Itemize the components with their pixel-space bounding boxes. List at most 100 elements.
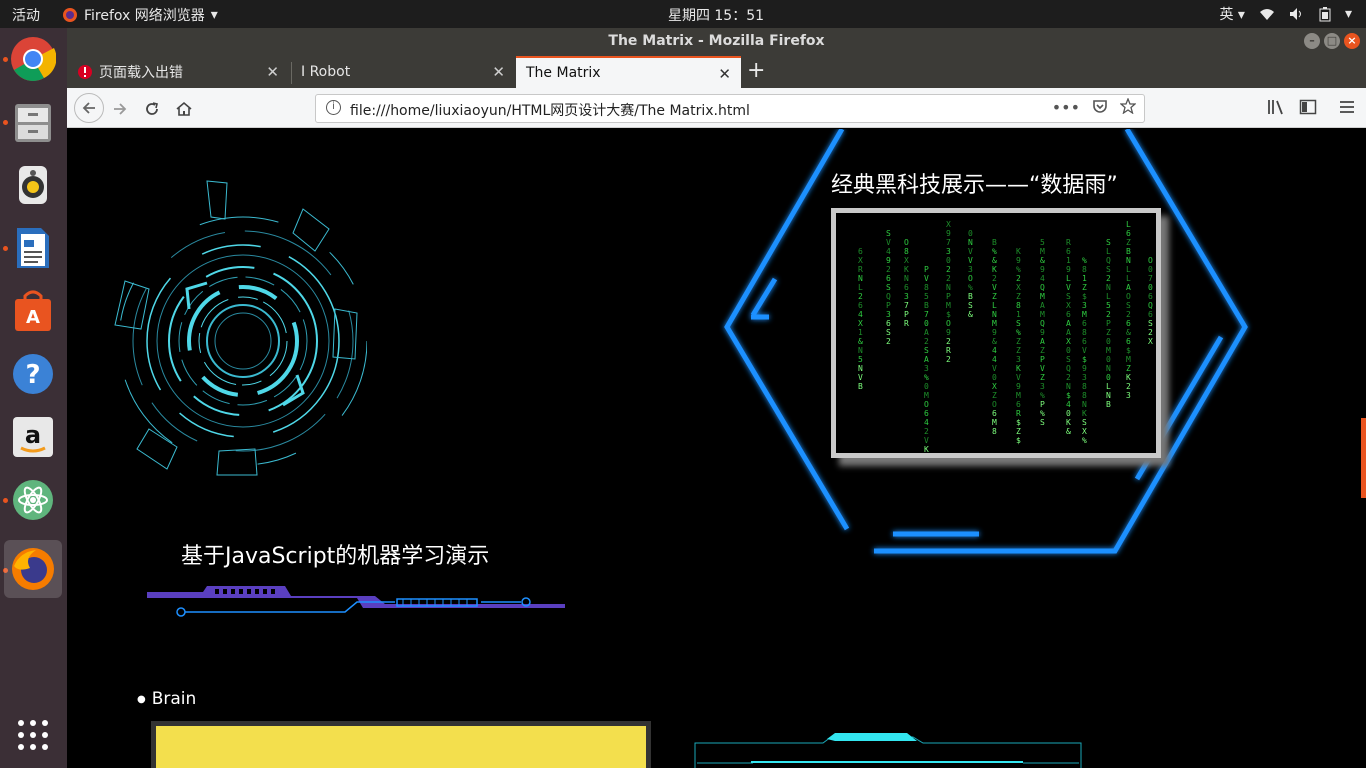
matrix-glyph: K xyxy=(1066,418,1071,427)
window-title-bar[interactable]: The Matrix - Mozilla Firefox – □ × xyxy=(67,28,1366,54)
library-icon[interactable] xyxy=(1267,98,1285,116)
matrix-glyph: 4 xyxy=(992,346,997,355)
star-icon[interactable] xyxy=(1120,98,1136,114)
matrix-glyph: % xyxy=(1082,256,1087,265)
matrix-glyph: K xyxy=(1082,409,1087,418)
firefox-launcher[interactable] xyxy=(4,540,62,598)
matrix-glyph: Z xyxy=(1016,427,1021,436)
scrollbar-thumb[interactable] xyxy=(1361,418,1366,498)
tab-label: The Matrix xyxy=(526,65,601,81)
new-tab-button[interactable]: + xyxy=(747,58,765,83)
matrix-glyph: O xyxy=(1126,292,1131,301)
rhythmbox-launcher[interactable] xyxy=(4,156,62,214)
matrix-glyph: 6 xyxy=(924,409,929,418)
url-text[interactable]: file:///home/liuxiaoyun/HTML网页设计大赛/The M… xyxy=(350,100,750,120)
home-button[interactable] xyxy=(171,96,197,122)
matrix-glyph: 9 xyxy=(946,328,951,337)
help-launcher[interactable]: ? xyxy=(4,345,62,403)
matrix-glyph: 3 xyxy=(886,310,891,319)
matrix-glyph: Z xyxy=(1082,283,1087,292)
matrix-glyph: B xyxy=(1126,247,1131,256)
matrix-glyph: S xyxy=(1066,292,1071,301)
hamburger-menu-icon[interactable] xyxy=(1338,98,1356,116)
matrix-glyph: P xyxy=(1040,400,1045,409)
matrix-glyph: $ xyxy=(946,310,951,319)
matrix-glyph: & xyxy=(1126,328,1131,337)
matrix-glyph: 9 xyxy=(1066,265,1071,274)
back-button[interactable] xyxy=(74,93,104,123)
matrix-glyph: % xyxy=(1016,328,1021,337)
matrix-glyph: 8 xyxy=(924,283,929,292)
matrix-glyph: % xyxy=(1040,409,1045,418)
tab-the-matrix[interactable]: The Matrix ✕ xyxy=(516,56,741,88)
reload-button[interactable] xyxy=(139,96,165,122)
minimize-button[interactable]: – xyxy=(1304,33,1320,49)
matrix-glyph: & xyxy=(1040,256,1045,265)
system-tray[interactable]: 英 ▾ ▾ xyxy=(1219,4,1352,24)
close-tab-icon[interactable]: ✕ xyxy=(266,63,279,81)
url-bar[interactable]: i file:///home/liuxiaoyun/HTML网页设计大赛/The… xyxy=(315,94,1145,123)
input-method-indicator[interactable]: 英 ▾ xyxy=(1219,4,1244,24)
clock[interactable]: 星期四 15：51 xyxy=(0,5,1366,25)
chrome-launcher[interactable] xyxy=(4,30,62,88)
close-window-button[interactable]: × xyxy=(1344,33,1360,49)
page-actions-icon[interactable]: ••• xyxy=(1052,98,1080,117)
matrix-glyph: V xyxy=(968,247,973,256)
matrix-glyph: X xyxy=(858,319,863,328)
matrix-glyph: K xyxy=(924,445,929,453)
writer-launcher[interactable] xyxy=(4,219,62,277)
matrix-glyph: X xyxy=(992,382,997,391)
tab-error[interactable]: 页面载入出错 ✕ xyxy=(67,56,289,88)
atom-launcher[interactable] xyxy=(4,471,62,529)
matrix-rain-graphic: 6XRNL264X1&N5NVBSV4926SQP36S2O8XKN637PRP… xyxy=(858,220,1153,453)
document-icon xyxy=(17,228,49,268)
matrix-glyph: M xyxy=(1040,310,1045,319)
matrix-glyph: 7 xyxy=(946,238,951,247)
sidebar-icon[interactable] xyxy=(1299,98,1317,116)
maximize-button[interactable]: □ xyxy=(1324,33,1340,49)
tab-i-robot[interactable]: I Robot ✕ xyxy=(291,56,515,88)
matrix-glyph: O xyxy=(992,400,997,409)
matrix-glyph: O xyxy=(904,238,909,247)
files-launcher[interactable] xyxy=(4,93,62,151)
battery-icon xyxy=(1319,6,1331,21)
matrix-glyph: 0 xyxy=(1066,409,1071,418)
chevron-down-icon: ▾ xyxy=(1344,6,1352,22)
matrix-glyph: S xyxy=(886,229,891,238)
matrix-rain-canvas[interactable]: 6 X R N L 2 6 4 X 1 & N 5 N V B S V 4 9 2 6 S Q P 3 6 S 2 O 8 X K N 6 3 7 P R P… xyxy=(831,208,1161,458)
close-tab-icon[interactable]: ✕ xyxy=(718,65,731,83)
matrix-glyph: 9 xyxy=(1016,256,1021,265)
matrix-glyph: R xyxy=(1066,238,1071,247)
matrix-glyph: B xyxy=(968,292,973,301)
forward-button[interactable] xyxy=(107,96,133,122)
amazon-launcher[interactable]: a xyxy=(4,408,62,466)
pocket-icon[interactable] xyxy=(1092,98,1108,114)
matrix-glyph: 8 xyxy=(904,247,909,256)
software-launcher[interactable]: A xyxy=(4,282,62,340)
close-tab-icon[interactable]: ✕ xyxy=(492,63,505,81)
matrix-glyph: M xyxy=(1040,247,1045,256)
matrix-glyph: Z xyxy=(1106,328,1111,337)
matrix-glyph: 0 xyxy=(968,229,973,238)
matrix-glyph: A xyxy=(1126,283,1131,292)
matrix-glyph: 9 xyxy=(1016,382,1021,391)
matrix-glyph: 9 xyxy=(1040,265,1045,274)
brain-demo-panel[interactable] xyxy=(151,721,651,768)
matrix-glyph: L xyxy=(1106,382,1111,391)
circuit-underline-graphic xyxy=(147,586,565,617)
matrix-glyph: 6 xyxy=(1126,337,1131,346)
info-icon[interactable]: i xyxy=(326,100,341,115)
show-applications-button[interactable] xyxy=(16,718,50,756)
matrix-glyph: P xyxy=(924,265,929,274)
matrix-glyph: N xyxy=(1126,256,1131,265)
matrix-glyph: 6 xyxy=(858,247,863,256)
matrix-glyph: N xyxy=(992,310,997,319)
matrix-glyph: Z xyxy=(1040,373,1045,382)
matrix-glyph: & xyxy=(858,337,863,346)
matrix-glyph: 1 xyxy=(1082,274,1087,283)
matrix-glyph: X xyxy=(858,256,863,265)
matrix-glyph: S xyxy=(886,283,891,292)
matrix-glyph: % xyxy=(1082,436,1087,445)
matrix-glyph: N xyxy=(858,364,863,373)
matrix-glyph: O xyxy=(1148,256,1153,265)
